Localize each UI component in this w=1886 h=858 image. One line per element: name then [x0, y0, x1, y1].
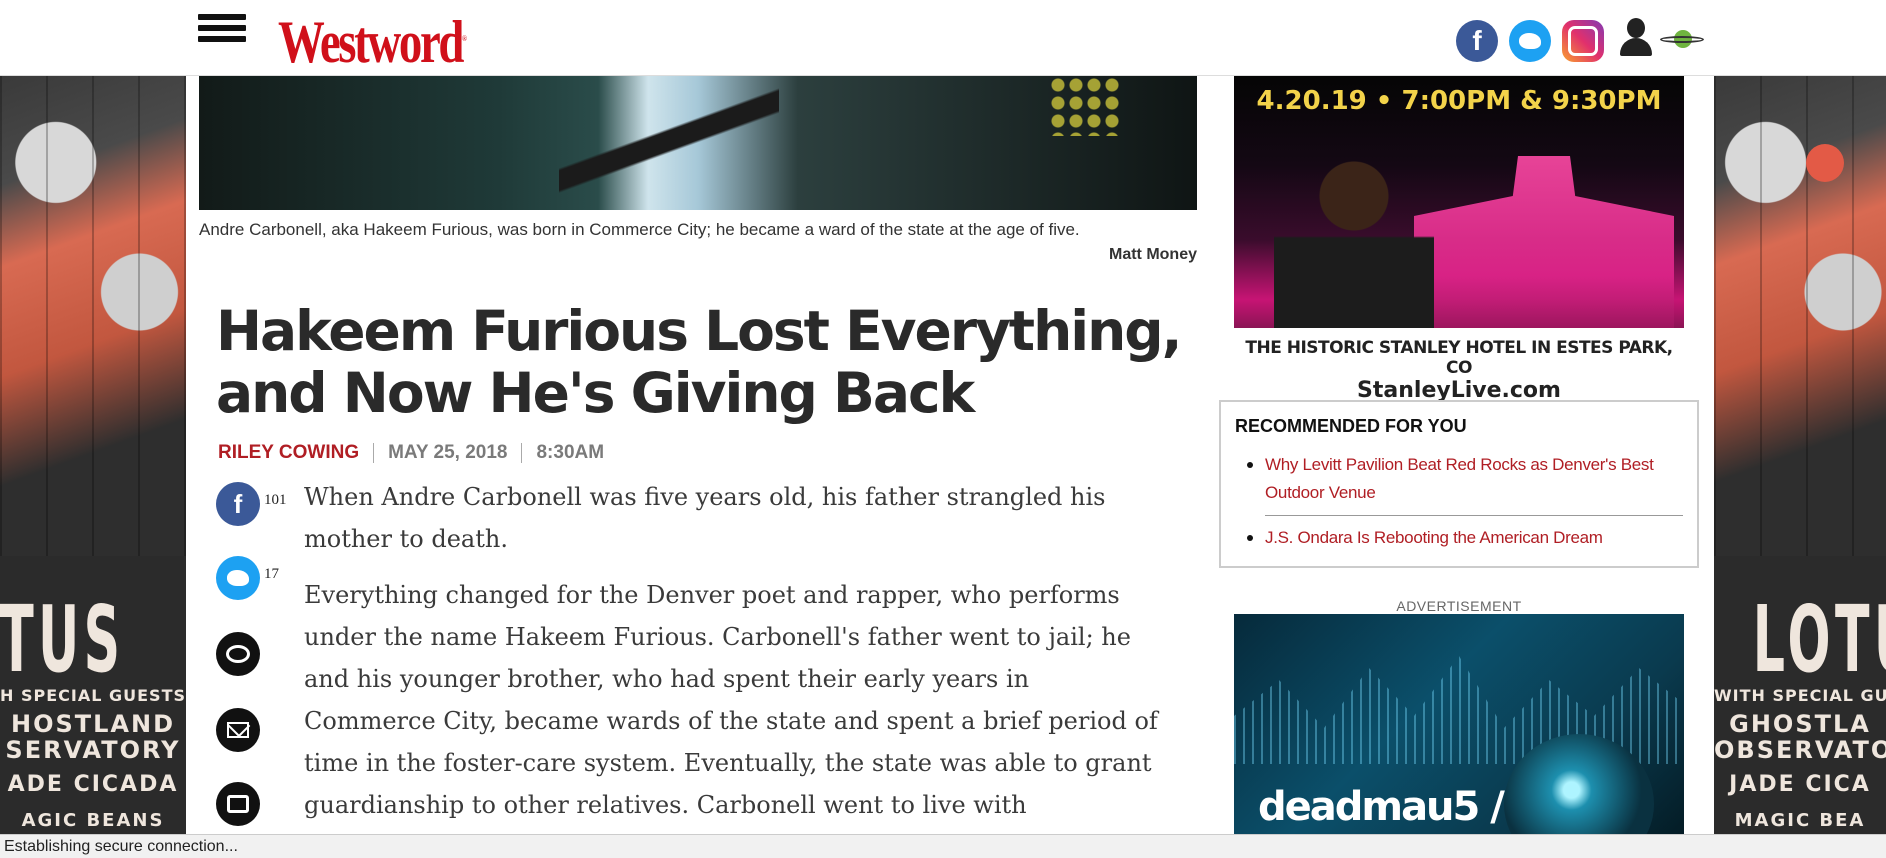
planet-icon[interactable]: [1660, 28, 1704, 50]
deadmau5-ad[interactable]: deadmau5 /: [1234, 614, 1684, 858]
skin-ad-artwork: [1714, 76, 1886, 556]
skin-ad-headline: OTUS: [0, 586, 125, 693]
recommended-list: Why Levitt Pavilion Beat Red Rocks as De…: [1235, 451, 1683, 560]
comments-button[interactable]: [216, 632, 260, 676]
skin-ad-line: OBSERVATO: [1714, 736, 1886, 764]
article-paragraph: Everything changed for the Denver poet a…: [304, 581, 1158, 819]
user-account-icon[interactable]: [1618, 18, 1654, 58]
article-paragraph: When Andre Carbonell was five years old,…: [304, 483, 1106, 553]
ad-performer-image: [1274, 156, 1434, 356]
article-hero-image: [199, 76, 1197, 210]
ad-date-line: 4.20.19 • 7:00PM & 9:30PM: [1256, 86, 1662, 116]
share-facebook-button[interactable]: f: [216, 482, 260, 526]
share-twitter-button[interactable]: [216, 556, 260, 600]
facebook-icon: f: [233, 488, 243, 519]
byline-divider: [373, 443, 375, 463]
registered-mark: ®: [462, 34, 467, 43]
email-icon: [227, 722, 249, 738]
comment-icon: [226, 645, 250, 663]
printer-icon: [227, 795, 249, 813]
email-share-button[interactable]: [216, 708, 260, 752]
publish-date: MAY 25, 2018: [388, 442, 508, 463]
photo-credit: Matt Money: [1109, 246, 1197, 263]
ad-hotel-image: [1414, 156, 1674, 356]
stanley-hotel-ad-footer[interactable]: THE HISTORIC STANLEY HOTEL IN ESTES PARK…: [1234, 328, 1684, 403]
left-skin-ad[interactable]: OTUS H SPECIAL GUESTS HOSTLAND SERVATORY…: [0, 76, 186, 858]
instagram-icon[interactable]: [1562, 20, 1604, 62]
advertisement-label: ADVERTISEMENT: [1396, 598, 1522, 614]
skin-ad-line: ADE CICADA: [7, 772, 179, 797]
skin-ad-line: H SPECIAL GUESTS: [0, 686, 186, 705]
facebook-icon[interactable]: f: [1456, 20, 1498, 62]
photo-caption: Andre Carbonell, aka Hakeem Furious, was…: [199, 220, 1080, 239]
browser-status-bar: Establishing secure connection...: [0, 834, 1886, 858]
skin-ad-line: AGIC BEANS: [21, 810, 165, 831]
ad-brand-text: deadmau5 /: [1258, 784, 1505, 830]
skin-ad-line: SERVATORY: [5, 736, 181, 764]
skin-ad-line: WITH SPECIAL GU: [1714, 686, 1886, 705]
skin-ad-headline: LOTU: [1752, 586, 1886, 693]
article-headline: Hakeem Furious Lost Everything, and Now …: [216, 299, 1183, 425]
author-link[interactable]: RILEY COWING: [218, 442, 359, 464]
skin-ad-line: GHOSTLA: [1729, 710, 1871, 738]
recommended-link[interactable]: J.S. Ondara Is Rebooting the American Dr…: [1247, 524, 1683, 560]
recommended-title: RECOMMENDED FOR YOU: [1235, 416, 1467, 436]
article-body: When Andre Carbonell was five years old,…: [304, 476, 1164, 840]
skin-ad-line: MAGIC BEA: [1734, 810, 1866, 831]
site-logo-text: Westword: [278, 9, 464, 75]
right-skin-ad[interactable]: LOTU WITH SPECIAL GU GHOSTLA OBSERVATO J…: [1714, 76, 1886, 858]
skin-ad-line: HOSTLAND: [10, 710, 176, 738]
twitter-icon: [227, 570, 249, 586]
recommended-box: RECOMMENDED FOR YOU Why Levitt Pavilion …: [1219, 400, 1699, 568]
site-logo[interactable]: Westword®: [278, 6, 467, 75]
facebook-share-count: 101: [264, 492, 287, 508]
skin-ad-dot: [1806, 144, 1844, 182]
skin-ad-artwork: [0, 76, 186, 556]
page-content: Andre Carbonell, aka Hakeem Furious, was…: [186, 76, 1714, 858]
recommended-link[interactable]: Why Levitt Pavilion Beat Red Rocks as De…: [1247, 451, 1683, 516]
menu-icon[interactable]: [198, 14, 246, 50]
byline-divider: [521, 443, 523, 463]
twitter-icon[interactable]: [1509, 20, 1551, 62]
skin-ad-line: JADE CICA: [1729, 772, 1871, 797]
twitter-share-count: 17: [264, 566, 279, 582]
ad-venue-line: THE HISTORIC STANLEY HOTEL IN ESTES PARK…: [1245, 338, 1673, 378]
site-header: Westword® f: [0, 0, 1886, 76]
article-byline: RILEY COWING MAY 25, 2018 8:30AM: [218, 442, 604, 464]
print-button[interactable]: [216, 782, 260, 826]
publish-time: 8:30AM: [536, 442, 605, 463]
